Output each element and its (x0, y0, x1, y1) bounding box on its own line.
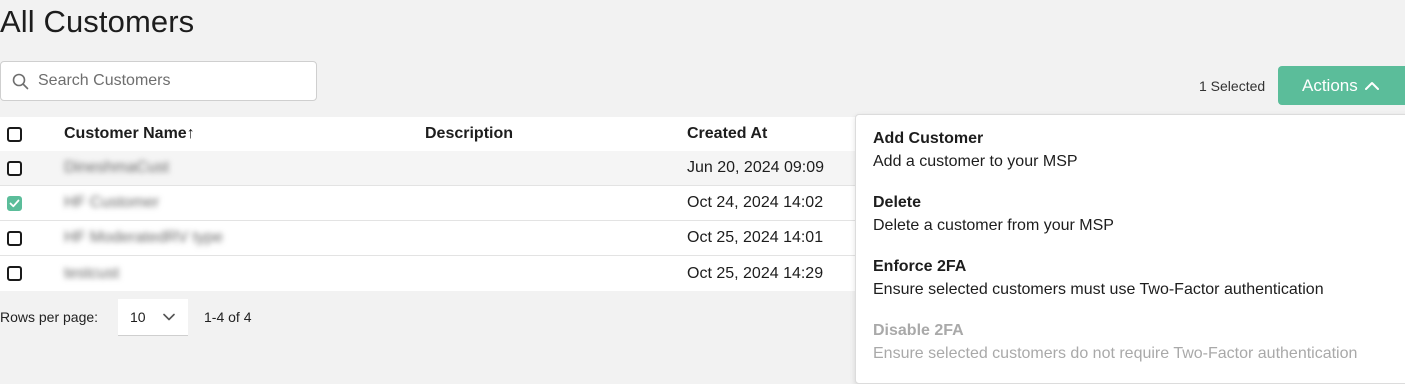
menu-item-disable-2fa: Disable 2FA Ensure selected customers do… (873, 322, 1357, 363)
rows-per-page-value: 10 (130, 309, 146, 325)
menu-item-title: Enforce 2FA (873, 258, 967, 275)
menu-item-description: Ensure selected customers do not require… (873, 345, 1358, 362)
menu-item-title: Disable 2FA (873, 322, 964, 339)
table-row[interactable]: HF ModeratedRV type Oct 25, 2024 14:01 (0, 221, 856, 256)
sort-asc-icon: ↑ (186, 125, 195, 142)
menu-item-description: Delete a customer from your MSP (873, 217, 1114, 234)
menu-item-title: Add Customer (873, 130, 984, 147)
chevron-up-icon (1364, 81, 1379, 90)
menu-item-add-customer[interactable]: Add Customer Add a customer to your MSP (873, 130, 1078, 171)
table-row[interactable]: HF Customer Oct 24, 2024 14:02 (0, 186, 856, 221)
actions-menu: Add Customer Add a customer to your MSP … (855, 114, 1405, 384)
menu-item-title: Delete (873, 194, 922, 211)
column-header-description[interactable]: Description (425, 117, 513, 151)
customer-name[interactable]: testcust (64, 256, 119, 291)
search-box[interactable] (0, 61, 317, 101)
customers-table: Customer Name ↑ Description Created At D… (0, 117, 856, 291)
customer-name[interactable]: HF ModeratedRV type (64, 221, 223, 255)
rows-per-page-select[interactable]: 10 (118, 299, 188, 336)
column-header-name-label: Customer Name (64, 125, 187, 142)
page-title: All Customers (0, 4, 195, 39)
column-header-created-at[interactable]: Created At (687, 117, 767, 151)
actions-label: Actions (1302, 75, 1358, 95)
selected-count: 1 Selected (1199, 78, 1266, 94)
row-checkbox[interactable] (7, 161, 22, 176)
customer-created-at: Jun 20, 2024 09:09 (687, 159, 825, 176)
customer-name[interactable]: HF Customer (64, 186, 159, 220)
menu-item-enforce-2fa[interactable]: Enforce 2FA Ensure selected customers mu… (873, 258, 1324, 299)
rows-per-page-label: Rows per page: (0, 309, 99, 325)
customer-created-at: Oct 25, 2024 14:01 (687, 229, 824, 246)
row-checkbox[interactable] (7, 196, 22, 211)
column-header-name[interactable]: Customer Name ↑ (64, 117, 195, 151)
search-input[interactable] (36, 71, 300, 91)
check-icon (9, 199, 20, 208)
table-header-row: Customer Name ↑ Description Created At (0, 117, 856, 151)
customer-created-at: Oct 25, 2024 14:29 (687, 264, 824, 282)
search-icon (12, 73, 29, 89)
row-checkbox[interactable] (7, 231, 22, 246)
menu-item-delete[interactable]: Delete Delete a customer from your MSP (873, 194, 1114, 235)
customer-created-at: Oct 24, 2024 14:02 (687, 194, 824, 211)
pagination-range: 1-4 of 4 (204, 309, 252, 325)
row-checkbox[interactable] (7, 266, 22, 281)
customer-name[interactable]: DineshmaCust (64, 151, 169, 185)
actions-button[interactable]: Actions (1278, 66, 1405, 105)
select-all-checkbox[interactable] (7, 127, 22, 142)
table-row[interactable]: testcust Oct 25, 2024 14:29 (0, 256, 856, 291)
chevron-down-icon (163, 313, 175, 321)
menu-item-description: Add a customer to your MSP (873, 153, 1078, 170)
menu-item-description: Ensure selected customers must use Two-F… (873, 281, 1324, 298)
table-row[interactable]: DineshmaCust Jun 20, 2024 09:09 (0, 151, 856, 186)
